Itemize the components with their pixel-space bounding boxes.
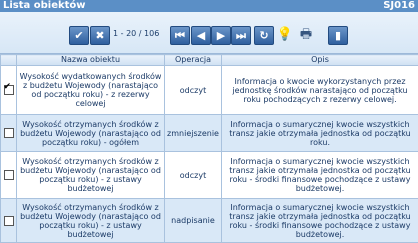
hint-button[interactable]: 💡 bbox=[276, 26, 294, 43]
object-description: Informacja o sumarycznej kwocie wszystki… bbox=[222, 152, 418, 199]
first-page-icon: ⏮ bbox=[175, 29, 185, 42]
confirm-button[interactable]: ✔ bbox=[69, 26, 89, 45]
row-checkbox[interactable] bbox=[4, 85, 14, 95]
object-description: Informacja o kwocie wykorzystanych przez… bbox=[222, 66, 418, 115]
header-select bbox=[1, 55, 17, 66]
object-operation: nadpisanie bbox=[165, 199, 222, 243]
object-operation: odczyt bbox=[165, 152, 222, 199]
window-code: SJ016 bbox=[383, 0, 415, 12]
table-header: Nazwa obiektu Operacja Opis bbox=[1, 55, 418, 66]
header-description[interactable]: Opis bbox=[222, 55, 418, 66]
object-name: Wysokość otrzymanych środków z budżetu W… bbox=[17, 115, 165, 152]
last-page-button[interactable]: ⏭ bbox=[231, 26, 251, 45]
row-checkbox[interactable] bbox=[4, 170, 14, 180]
objects-table: Nazwa obiektu Operacja Opis Wysokość wyd… bbox=[0, 54, 418, 243]
page-counter: 1 - 20 / 106 bbox=[113, 29, 159, 38]
refresh-button[interactable]: ↻ bbox=[254, 26, 274, 45]
window-title: Lista obiektów bbox=[3, 0, 86, 12]
cancel-button[interactable]: ✖ bbox=[90, 26, 110, 45]
prev-page-button[interactable]: ◀ bbox=[191, 26, 211, 45]
toolbar: ✔ ✖ 1 - 20 / 106 ⏮ ◀ ▶ ⏭ ↻ 💡 🖶 ▮ bbox=[0, 12, 418, 54]
last-page-icon: ⏭ bbox=[236, 29, 246, 42]
print-button[interactable]: 🖶 bbox=[297, 26, 315, 43]
refresh-icon: ↻ bbox=[259, 29, 268, 42]
table-row[interactable]: Wysokość otrzymanych środków z budżetu W… bbox=[1, 115, 418, 152]
row-checkbox[interactable] bbox=[4, 216, 14, 226]
columns-button[interactable]: ▮ bbox=[328, 26, 348, 45]
prev-page-icon: ◀ bbox=[197, 29, 205, 42]
object-description: Informacja o sumarycznej kwocie wszystki… bbox=[222, 199, 418, 243]
row-select-cell bbox=[1, 66, 17, 115]
title-bar: Lista obiektów SJ016 bbox=[0, 0, 418, 12]
object-name: Wysokość otrzymanych środków z budżetu W… bbox=[17, 199, 165, 243]
row-checkbox[interactable] bbox=[4, 128, 14, 138]
object-name: Wysokość otrzymanych środków z budżetu W… bbox=[17, 152, 165, 199]
columns-icon: ▮ bbox=[335, 29, 341, 42]
object-operation: zmniejszenie bbox=[165, 115, 222, 152]
close-icon: ✖ bbox=[95, 29, 104, 42]
table-row[interactable]: Wysokość otrzymanych środków z budżetu W… bbox=[1, 152, 418, 199]
table-row[interactable]: Wysokość otrzymanych środków z budżetu W… bbox=[1, 199, 418, 243]
object-name: Wysokość wydatkowanych środków z budżetu… bbox=[17, 66, 165, 115]
object-description: Informacja o sumarycznej kwocie wszystki… bbox=[222, 115, 418, 152]
header-name[interactable]: Nazwa obiektu bbox=[17, 55, 165, 66]
first-page-button[interactable]: ⏮ bbox=[170, 26, 190, 45]
header-operation[interactable]: Operacja bbox=[165, 55, 222, 66]
print-icon: 🖶 bbox=[300, 27, 312, 42]
next-page-button[interactable]: ▶ bbox=[211, 26, 231, 45]
row-select-cell bbox=[1, 115, 17, 152]
object-operation: odczyt bbox=[165, 66, 222, 115]
row-select-cell bbox=[1, 152, 17, 199]
row-select-cell bbox=[1, 199, 17, 243]
check-icon: ✔ bbox=[74, 29, 83, 42]
table-row[interactable]: Wysokość wydatkowanych środków z budżetu… bbox=[1, 66, 418, 115]
next-page-icon: ▶ bbox=[217, 29, 225, 42]
lightbulb-icon: 💡 bbox=[277, 27, 293, 42]
